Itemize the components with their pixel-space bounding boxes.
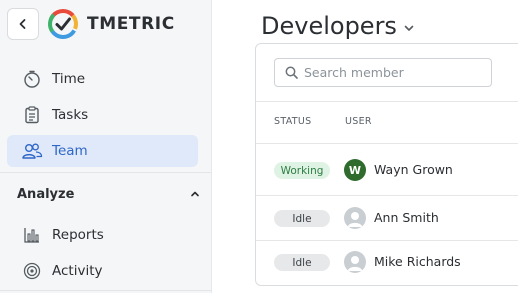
column-header-user[interactable]: USER [345, 116, 372, 127]
table-row[interactable]: Idle Mike Richards [256, 240, 518, 284]
sidebar-item-tasks[interactable]: Tasks [7, 99, 198, 131]
user-placeholder-icon [347, 212, 363, 227]
team-selector[interactable]: Developers [261, 12, 415, 40]
logo[interactable]: TMETRIC [47, 8, 175, 40]
sidebar-item-activity[interactable]: Activity [7, 255, 198, 287]
table-row[interactable]: Idle Ann Smith [256, 196, 518, 240]
sidebar-item-label: Tasks [52, 107, 89, 123]
sidebar-item-time[interactable]: Time [7, 63, 198, 95]
tmetric-logo-icon [48, 9, 78, 39]
stopwatch-icon [20, 67, 44, 91]
avatar: W [344, 159, 366, 181]
user-name[interactable]: Mike Richards [374, 254, 461, 269]
status-badge: Idle [274, 254, 330, 271]
avatar [344, 251, 366, 273]
user-name[interactable]: Wayn Grown [374, 162, 453, 177]
search-box[interactable] [274, 58, 492, 87]
chevron-down-icon [404, 25, 414, 31]
user-placeholder-icon [347, 256, 363, 271]
sidebar-item-reports[interactable]: Reports [7, 219, 198, 251]
sidebar-item-label: Team [52, 143, 88, 159]
table-row[interactable]: Working W Wayn Grown [256, 148, 518, 192]
bar-chart-icon [20, 223, 44, 247]
chevron-up-icon [191, 191, 199, 197]
divider [256, 143, 518, 144]
activity-icon [20, 259, 44, 283]
members-card: STATUS USER Working W Wayn Grown Idle An… [255, 43, 518, 286]
sidebar-divider [0, 290, 211, 291]
page-title: Developers [261, 12, 397, 40]
sidebar-item-team[interactable]: Team [7, 135, 198, 167]
search-icon [285, 66, 298, 79]
chevron-left-icon [19, 19, 26, 29]
sidebar-divider [0, 172, 211, 173]
sidebar-item-label: Reports [52, 227, 104, 243]
collapse-sidebar-button[interactable] [7, 8, 39, 40]
status-badge: Working [274, 162, 330, 179]
section-analyze[interactable]: Analyze [17, 185, 200, 203]
user-name[interactable]: Ann Smith [374, 210, 439, 225]
divider [256, 101, 518, 102]
search-input[interactable] [304, 65, 484, 80]
section-analyze-label: Analyze [17, 186, 75, 202]
team-icon [20, 139, 44, 163]
status-badge: Idle [274, 210, 330, 227]
clipboard-icon [20, 103, 44, 127]
column-header-status[interactable]: STATUS [274, 116, 311, 127]
brand-name: TMETRIC [87, 14, 175, 34]
sidebar: TMETRIC Time Tasks Team Analyze Reports [0, 0, 212, 293]
sidebar-item-label: Time [52, 71, 86, 87]
sidebar-item-label: Activity [52, 263, 103, 279]
avatar [344, 207, 366, 229]
